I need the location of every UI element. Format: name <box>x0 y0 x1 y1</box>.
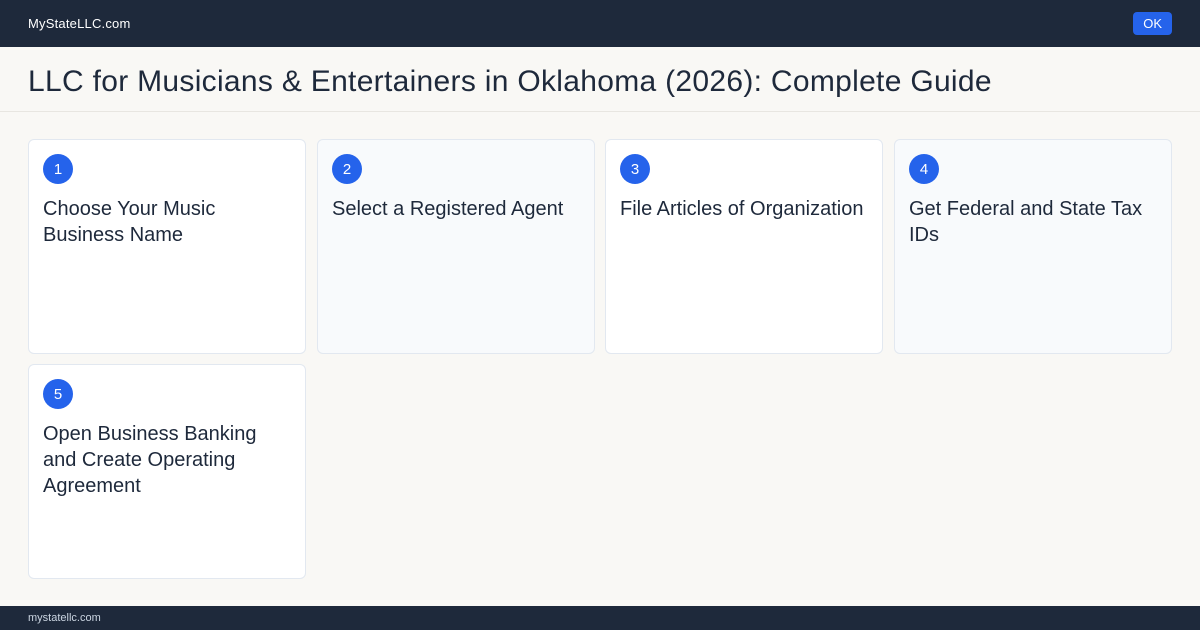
ok-button[interactable]: OK <box>1133 12 1172 35</box>
step-title: Open Business Banking and Create Operati… <box>43 423 257 497</box>
brand-link[interactable]: MyStateLLC.com <box>28 16 131 31</box>
step-number-badge: 2 <box>332 154 362 184</box>
step-card-3[interactable]: 3 File Articles of Organization <box>605 139 883 354</box>
step-card-4[interactable]: 4 Get Federal and State Tax IDs <box>894 139 1172 354</box>
top-bar: MyStateLLC.com OK <box>0 0 1200 47</box>
step-title: File Articles of Organization <box>620 198 864 220</box>
step-card-2[interactable]: 2 Select a Registered Agent <box>317 139 595 354</box>
footer: mystatellc.com <box>0 606 1200 630</box>
page-title: LLC for Musicians & Entertainers in Okla… <box>28 65 992 98</box>
step-title: Choose Your Music Business Name <box>43 198 216 246</box>
step-number-badge: 1 <box>43 154 73 184</box>
step-card-5[interactable]: 5 Open Business Banking and Create Opera… <box>28 364 306 579</box>
step-card-1[interactable]: 1 Choose Your Music Business Name <box>28 139 306 354</box>
step-number-badge: 4 <box>909 154 939 184</box>
step-title: Get Federal and State Tax IDs <box>909 198 1143 246</box>
step-number-badge: 5 <box>43 379 73 409</box>
title-band: LLC for Musicians & Entertainers in Okla… <box>0 47 1200 112</box>
step-number-badge: 3 <box>620 154 650 184</box>
footer-domain: mystatellc.com <box>28 612 101 624</box>
step-title: Select a Registered Agent <box>332 198 564 220</box>
